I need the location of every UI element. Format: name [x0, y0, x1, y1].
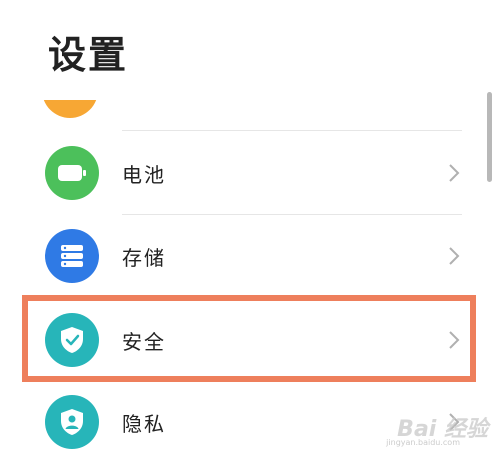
settings-screen: 设置 电池 存储 安全 隐私 Bai 经验 jingyan.baidu.com [0, 0, 500, 449]
settings-item-label: 电池 [122, 163, 166, 187]
settings-item-storage[interactable]: 存储 [0, 218, 500, 296]
chevron-right-icon [449, 247, 460, 265]
highlight-box [22, 295, 476, 382]
storage-icon [45, 229, 99, 283]
partial-item-icon [42, 100, 98, 118]
divider [122, 130, 462, 131]
chevron-right-icon [449, 164, 460, 182]
privacy-shield-icon [45, 395, 99, 449]
page-title: 设置 [48, 33, 129, 77]
settings-item-label: 隐私 [122, 412, 166, 436]
battery-icon [45, 146, 99, 200]
settings-item-battery[interactable]: 电池 [0, 135, 500, 213]
divider [122, 214, 462, 215]
watermark-url: jingyan.baidu.com [386, 438, 460, 447]
settings-item-label: 存储 [122, 246, 166, 270]
partial-list-item[interactable] [0, 100, 500, 118]
